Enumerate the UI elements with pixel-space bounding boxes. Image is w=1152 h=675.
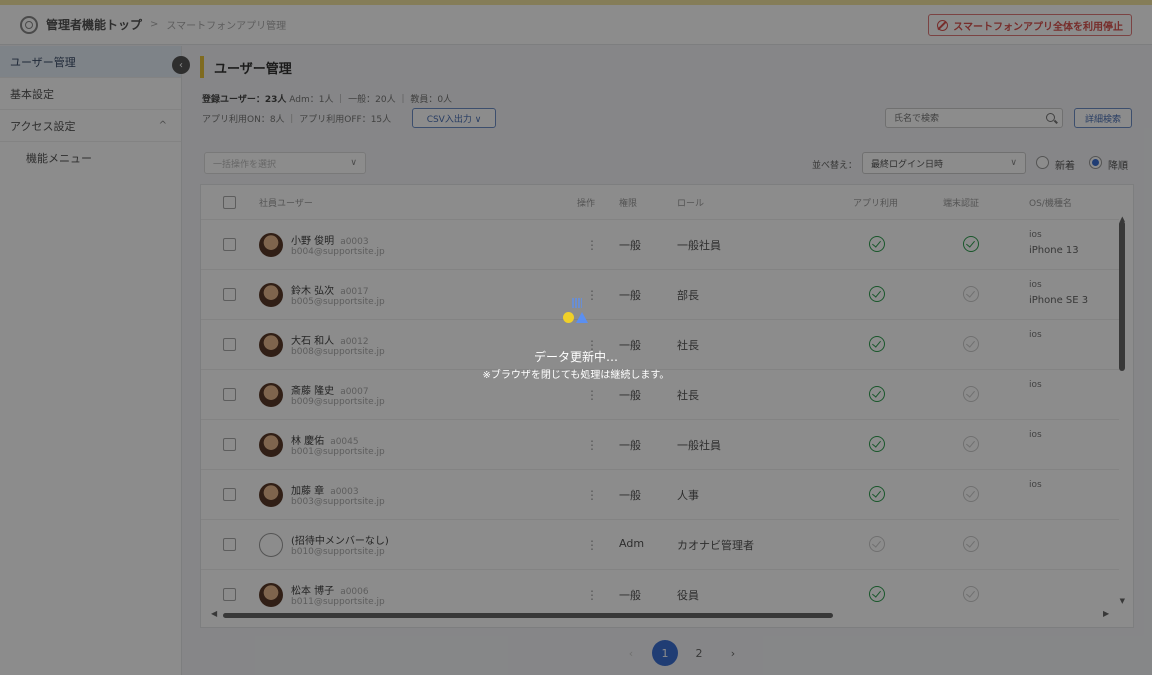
loader-triangle-icon <box>576 312 588 323</box>
loader-circle-icon <box>563 312 574 323</box>
loading-overlay <box>0 0 1152 675</box>
loader-square-icon <box>572 298 582 308</box>
loading-sub-message: ※ブラウザを閉じても処理は継続します。 <box>482 370 670 381</box>
loading-message: データ更新中… <box>533 350 618 364</box>
